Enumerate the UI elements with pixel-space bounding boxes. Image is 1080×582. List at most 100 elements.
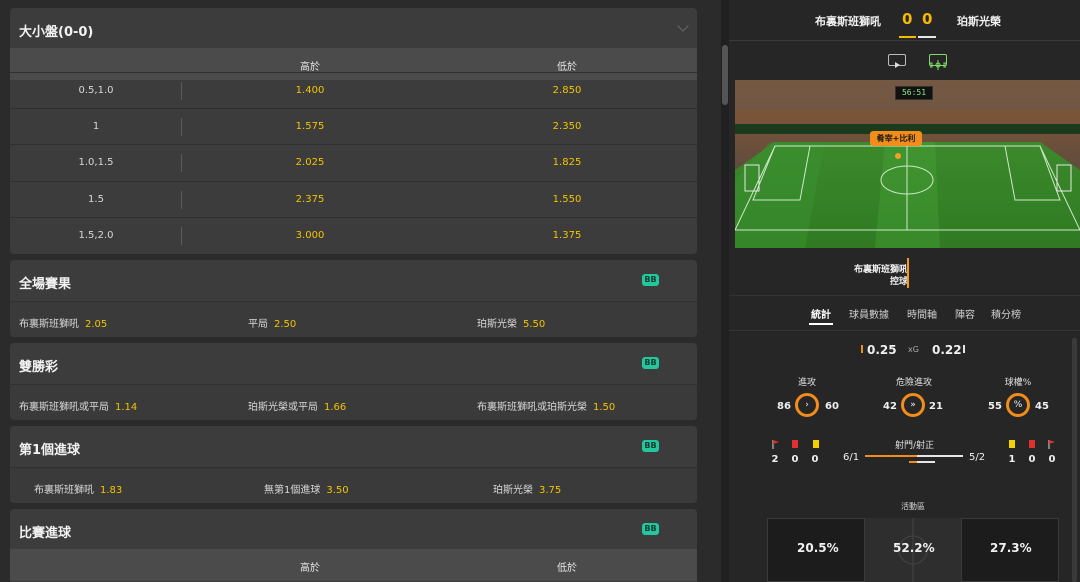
over-odd[interactable]: 1.575 bbox=[296, 121, 325, 132]
dangerous-attacks-home: 42 bbox=[883, 401, 897, 412]
away-score-underline bbox=[918, 36, 936, 38]
divider bbox=[729, 330, 1080, 331]
pitch-visualization bbox=[735, 80, 1080, 248]
away-corners: 0 bbox=[1048, 454, 1056, 465]
under-odd[interactable]: 2.850 bbox=[553, 85, 582, 96]
first-goal-card: 第1個進球 BB 布裏斯班獅吼 1.83 無第1個進球 3.50 珀斯光榮 3.75 bbox=[10, 426, 697, 503]
double-chevron-icon: » bbox=[910, 400, 916, 410]
on-target-away-bar bbox=[917, 461, 935, 463]
attacks-away: 60 bbox=[825, 401, 839, 412]
tab-player-data[interactable]: 球員數據 bbox=[849, 306, 889, 321]
on-target-home-bar bbox=[909, 461, 917, 463]
double-chance-title[interactable]: 雙勝彩 bbox=[19, 356, 58, 375]
draw-selection[interactable]: 平局 2.50 bbox=[248, 315, 296, 330]
selection-label: 珀斯光榮或平局 bbox=[248, 402, 318, 413]
xg-away-bar bbox=[963, 345, 965, 353]
selection[interactable]: 布裏斯班獅吼 1.83 bbox=[34, 481, 122, 496]
selection-label: 布裏斯班獅吼 bbox=[19, 319, 79, 330]
video-icon[interactable] bbox=[888, 54, 906, 68]
divider bbox=[181, 227, 182, 245]
selection[interactable]: 布裏斯班獅吼或珀斯光榮 1.50 bbox=[477, 398, 615, 413]
away-selection[interactable]: 珀斯光榮 5.50 bbox=[477, 315, 545, 330]
markets-panel: 大小盤(0-0) 高於 低於 0.5,1.0 1.400 2.850 1 1.5… bbox=[0, 0, 720, 582]
match-goals-header: 高於 低於 bbox=[10, 549, 697, 581]
xg-away: 0.22 bbox=[932, 343, 962, 357]
table-row: 1.5,2.0 3.000 1.375 bbox=[10, 217, 697, 253]
selection-label: 珀斯光榮 bbox=[493, 485, 533, 496]
over-odd[interactable]: 2.375 bbox=[296, 194, 325, 205]
shots-away: 5/2 bbox=[969, 452, 986, 463]
divider bbox=[181, 154, 182, 172]
first-goal-title[interactable]: 第1個進球 bbox=[19, 439, 80, 458]
selection-label: 珀斯光榮 bbox=[477, 319, 517, 330]
live-match-panel: 布裏斯班獅吼 0 0 珀斯光榮 56:51 肴宰+比利 布裏斯班獅吼 控球 統計… bbox=[729, 0, 1080, 582]
bet-builder-badge: BB bbox=[642, 357, 659, 369]
xg-label: xG bbox=[908, 345, 919, 354]
tab-lineups[interactable]: 陣容 bbox=[955, 306, 975, 321]
right-scrollbar[interactable] bbox=[1072, 338, 1077, 582]
home-yellow-cards: 0 bbox=[811, 454, 819, 465]
bet-builder-badge: BB bbox=[642, 523, 659, 535]
under-odd[interactable]: 1.550 bbox=[553, 194, 582, 205]
zone-left-pct: 20.5% bbox=[797, 541, 839, 555]
over-odd[interactable]: 3.000 bbox=[296, 230, 325, 241]
under-odd[interactable]: 1.825 bbox=[553, 157, 582, 168]
line-value: 1.5,2.0 bbox=[78, 230, 114, 241]
selection-label: 無第1個進球 bbox=[264, 485, 321, 496]
selection-row: 布裏斯班獅吼 1.83 無第1個進球 3.50 珀斯光榮 3.75 bbox=[10, 467, 697, 503]
tab-timeline[interactable]: 時間軸 bbox=[907, 306, 937, 321]
under-header: 低於 bbox=[557, 62, 577, 73]
match-goals-card: 比賽進球 BB 高於 低於 bbox=[10, 509, 697, 582]
tab-stats[interactable]: 統計 bbox=[811, 306, 831, 321]
full-time-title[interactable]: 全場賽果 bbox=[19, 273, 71, 292]
tab-standings[interactable]: 積分榜 bbox=[991, 306, 1021, 321]
over-under-title[interactable]: 大小盤(0-0) bbox=[19, 21, 93, 40]
line-value: 1.5 bbox=[88, 194, 104, 205]
yellow-card-icon bbox=[813, 440, 819, 448]
selection[interactable]: 珀斯光榮 3.75 bbox=[493, 481, 561, 496]
home-team-name: 布裏斯班獅吼 bbox=[815, 15, 881, 28]
stadium-graphic bbox=[735, 80, 1080, 248]
selection[interactable]: 布裏斯班獅吼或平局 1.14 bbox=[19, 398, 137, 413]
activity-zone-label: 活動區 bbox=[901, 502, 925, 511]
over-odd[interactable]: 1.400 bbox=[296, 85, 325, 96]
zone-mid-pct: 52.2% bbox=[893, 541, 935, 555]
dangerous-attacks-label: 危險進攻 bbox=[895, 378, 933, 388]
event-banner: 肴宰+比利 bbox=[870, 131, 922, 146]
double-chance-card: 雙勝彩 BB 布裏斯班獅吼或平局 1.14 珀斯光榮或平局 1.66 布裏斯班獅吼或… bbox=[10, 343, 697, 420]
selection-row: 布裏斯班獅吼 2.05 平局 2.50 珀斯光榮 5.50 bbox=[10, 301, 697, 337]
under-odd[interactable]: 2.350 bbox=[553, 121, 582, 132]
divider bbox=[181, 82, 182, 100]
app-root: 大小盤(0-0) 高於 低於 0.5,1.0 1.400 2.850 1 1.5… bbox=[0, 0, 1080, 582]
selection-odd: 1.66 bbox=[324, 402, 347, 413]
away-score: 0 bbox=[922, 10, 933, 28]
over-odd[interactable]: 2.025 bbox=[296, 157, 325, 168]
selection-label: 布裏斯班獅吼或平局 bbox=[19, 402, 109, 413]
divider bbox=[729, 40, 1080, 41]
selection[interactable]: 珀斯光榮或平局 1.66 bbox=[248, 398, 346, 413]
attacks-home: 86 bbox=[777, 401, 791, 412]
home-selection[interactable]: 布裏斯班獅吼 2.05 bbox=[19, 315, 107, 330]
scoreboard: 布裏斯班獅吼 0 0 珀斯光榮 bbox=[729, 0, 1080, 40]
divider bbox=[181, 118, 182, 136]
left-scrollbar-thumb[interactable] bbox=[722, 45, 728, 105]
under-header: 低於 bbox=[557, 563, 577, 574]
pitch-tracker-icon[interactable] bbox=[929, 54, 947, 70]
selection-row: 布裏斯班獅吼或平局 1.14 珀斯光榮或平局 1.66 布裏斯班獅吼或珀斯光榮 1.5… bbox=[10, 384, 697, 420]
chevron-down-icon[interactable] bbox=[677, 20, 689, 32]
under-odd[interactable]: 1.375 bbox=[553, 230, 582, 241]
over-under-card: 大小盤(0-0) 高於 低於 0.5,1.0 1.400 2.850 1 1.5… bbox=[10, 8, 697, 254]
away-red-cards: 0 bbox=[1028, 454, 1036, 465]
divider bbox=[181, 191, 182, 209]
possession-away: 45 bbox=[1035, 401, 1049, 412]
match-goals-title[interactable]: 比賽進球 bbox=[19, 522, 71, 541]
selection[interactable]: 無第1個進球 3.50 bbox=[264, 481, 349, 496]
xg-home: 0.25 bbox=[867, 343, 897, 357]
line-value: 0.5,1.0 bbox=[78, 85, 114, 96]
bet-builder-badge: BB bbox=[642, 440, 659, 452]
attacks-label: 進攻 bbox=[797, 378, 817, 388]
shots-home-bar bbox=[865, 455, 917, 457]
possession-indicator bbox=[907, 258, 909, 288]
home-score-underline bbox=[899, 36, 916, 38]
selection-label: 布裏斯班獅吼或珀斯光榮 bbox=[477, 402, 587, 413]
